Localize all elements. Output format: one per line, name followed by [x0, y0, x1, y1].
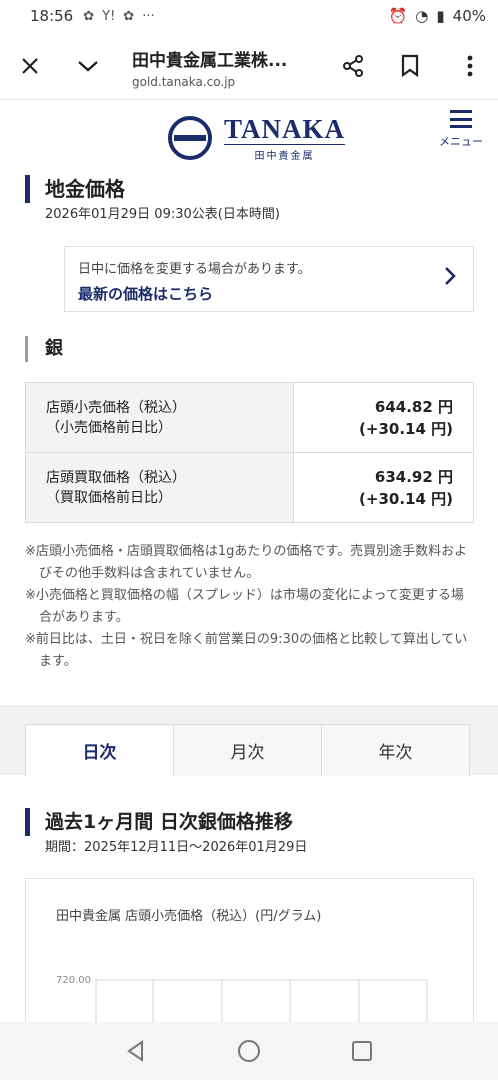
signal-icon: ▮ [436, 7, 445, 25]
retail-price-value: 644.82 円 (+30.14 円) [293, 382, 474, 453]
more-options-button[interactable] [450, 46, 490, 86]
site-header: TANAKA 田中貴金属 メニュー [0, 100, 498, 168]
close-tab-button[interactable] [10, 46, 50, 86]
page-title-area[interactable]: 田中貴金属工業株... gold.tanaka.co.jp [132, 46, 322, 89]
price-value: 644.82 円 [374, 397, 453, 416]
app-icon: ✿ [83, 8, 95, 24]
tab-yearly[interactable]: 年次 [322, 725, 469, 776]
app-icon: ✿ [123, 8, 135, 24]
close-icon [22, 58, 38, 74]
chart-period: 期間：2025年12月11日〜2026年01月29日 [45, 840, 308, 855]
tab-daily[interactable]: 日次 [26, 725, 174, 776]
period-tabs: 日次 月次 年次 [25, 724, 470, 776]
home-circle-icon [237, 1040, 260, 1062]
note-item: ※店頭小売価格・店頭買取価格は1gあたりの価格です。売買別途手数料およびその他手… [25, 544, 468, 581]
browser-url: gold.tanaka.co.jp [132, 75, 236, 89]
browser-toolbar: 田中貴金属工業株... gold.tanaka.co.jp [0, 32, 498, 100]
row-sublabel: （小売価格前日比） [46, 419, 172, 436]
more-notifications-icon: ··· [142, 8, 155, 24]
recents-button[interactable] [342, 1031, 382, 1071]
row-label: 店頭小売価格（税込） [46, 399, 186, 416]
chart-grid: 720.00 [56, 975, 428, 1037]
price-table: 店頭小売価格（税込） （小売価格前日比） 644.82 円 (+30.14 円)… [25, 382, 474, 523]
tab-monthly[interactable]: 月次 [174, 725, 322, 776]
menu-button[interactable]: メニュー [436, 110, 486, 149]
chart-title: 過去1ヶ月間 日次銀価格推移 [25, 808, 293, 836]
status-bar: 18:56 ✿ Y! ✿ ··· ⏰ ◔ ▮ 40% [0, 0, 498, 32]
note-item: ※小売価格と買取価格の幅（スプレッド）は市場の変化によって変更する場合があります… [25, 588, 464, 625]
notification-icons: ✿ Y! ✿ ··· [83, 9, 154, 24]
row-label: 店頭買取価格（税込） [46, 469, 186, 486]
bookmark-icon [401, 54, 419, 78]
metal-heading: 銀 [25, 336, 63, 362]
collapse-button[interactable] [68, 46, 108, 86]
wifi-icon: ◔ [415, 7, 429, 25]
home-button[interactable] [229, 1031, 269, 1071]
yahoo-icon: Y! [102, 8, 116, 24]
notice-text: 日中に価格を変更する場合があります。 [78, 262, 311, 277]
price-change: (+30.14 円) [359, 419, 453, 438]
price-chart: 田中貴金属 店頭小売価格（税込）(円/グラム) 720.00 [25, 878, 474, 1038]
hamburger-icon [450, 110, 472, 128]
more-vert-icon [467, 55, 473, 77]
note-item: ※前日比は、土日・祝日を除く前営業日の9:30の価格と比較して算出しています。 [25, 632, 468, 669]
share-icon [343, 55, 363, 77]
status-time: 18:56 [30, 7, 74, 25]
battery-level: 40% [452, 7, 486, 25]
latest-price-link[interactable]: 最新の価格はこちら [78, 283, 213, 304]
buy-price-label: 店頭買取価格（税込） （買取価格前日比） [25, 452, 294, 523]
chevron-right-icon [443, 265, 457, 293]
recents-square-icon [351, 1041, 372, 1061]
latest-price-notice[interactable]: 日中に価格を変更する場合があります。 最新の価格はこちら [64, 246, 474, 312]
back-triangle-icon [127, 1040, 144, 1062]
share-button[interactable] [333, 46, 373, 86]
menu-label: メニュー [439, 135, 483, 148]
retail-price-label: 店頭小売価格（税込） （小売価格前日比） [25, 382, 294, 453]
buy-price-value: 634.92 円 (+30.14 円) [293, 452, 474, 523]
table-row: 店頭小売価格（税込） （小売価格前日比） 644.82 円 (+30.14 円) [25, 382, 474, 453]
system-navigation-bar [0, 1022, 498, 1080]
alarm-icon: ⏰ [388, 7, 408, 25]
price-notes: ※店頭小売価格・店頭買取価格は1gあたりの価格です。売買別途手数料およびその他手… [25, 541, 474, 673]
page-title: 地金価格 [25, 175, 125, 203]
logo-mark-icon [168, 116, 212, 160]
price-value: 634.92 円 [374, 467, 453, 486]
bookmark-button[interactable] [390, 46, 430, 86]
published-time: 2026年01月29日 09:30公表(日本時間) [45, 207, 280, 222]
y-tick-label: 720.00 [56, 975, 91, 986]
row-sublabel: （買取価格前日比） [46, 489, 172, 506]
logo-text-jp: 田中貴金属 [254, 151, 315, 162]
back-button[interactable] [116, 1031, 156, 1071]
browser-page-title: 田中貴金属工業株... [132, 51, 288, 71]
price-change: (+30.14 円) [359, 489, 453, 508]
tanaka-logo[interactable]: TANAKA 田中貴金属 [168, 114, 346, 162]
table-row: 店頭買取価格（税込） （買取価格前日比） 634.92 円 (+30.14 円) [25, 452, 474, 523]
chevron-down-icon [78, 61, 98, 72]
logo-text-en: TANAKA [224, 114, 346, 145]
